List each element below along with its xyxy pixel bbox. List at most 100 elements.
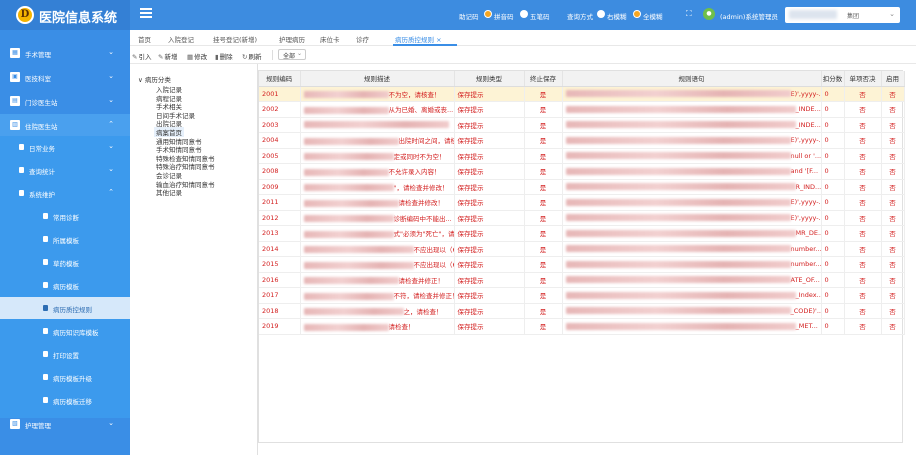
delete-button[interactable]: ▮删除	[215, 51, 233, 61]
tab-registration[interactable]: 挂号登记(新增)	[213, 34, 257, 44]
radio-full-fuzzy[interactable]	[633, 10, 641, 18]
menu-toggle-icon[interactable]	[140, 8, 152, 20]
cell-stop-save: 是	[524, 148, 563, 164]
radio-right-fuzzy-label[interactable]: 右模糊	[607, 11, 627, 21]
table-row[interactable]: 2015不应出现以（60-64）...保存提示是number...0否否	[259, 256, 905, 273]
doc-icon	[43, 282, 48, 288]
redacted-text	[303, 199, 399, 207]
cell-sql: E)',yyyy-...	[562, 194, 822, 211]
table-row[interactable]: 2004出院时间之间，请核...保存提示是E)',yyyy-...0否否	[259, 132, 905, 149]
table-row[interactable]: 2005 定或同时不为空！ 保存提示是 null or '... 0 否否	[259, 148, 905, 164]
current-user[interactable]: (admin)系统管理员	[720, 11, 778, 21]
sidebar-item-clinic[interactable]: ▤ 门诊医生站 ⌄	[0, 90, 130, 112]
sidebar-item-record-template[interactable]: 病历模板	[0, 274, 130, 296]
column-header[interactable]: 扣分数	[821, 71, 845, 87]
sidebar-item-template-migrate[interactable]: 病历模板迁移	[0, 389, 130, 411]
import-button[interactable]: ✎引入	[132, 51, 151, 61]
cell-sql: E)',yyyy-...	[562, 86, 822, 102]
description-text: 请检查！	[388, 323, 415, 332]
fullscreen-icon[interactable]: ⛶	[686, 9, 692, 19]
tab-qc-rules[interactable]: 病历质控规则 ×	[395, 34, 442, 44]
cell-description: 不应出现以（60-64）...	[300, 256, 455, 273]
description-text: 不应出现以（65-75）...	[413, 245, 454, 254]
tab-admission[interactable]: 入院登记	[168, 34, 194, 44]
table-row[interactable]: 2019 请检查！ 保存提示是 _MET... 0 否否	[259, 318, 905, 335]
radio-full-fuzzy-label[interactable]: 全模糊	[643, 11, 663, 21]
sql-text: and '[F...	[790, 167, 819, 176]
table-row[interactable]: 2011请检查并修改！保存提示是E)',yyyy-...0否否	[259, 194, 905, 211]
avatar[interactable]: ●	[703, 8, 715, 20]
filter-select[interactable]: 全部 ⌄	[278, 49, 306, 60]
cell-sql: ATE_OF...	[562, 272, 822, 288]
tab-home[interactable]: 首页	[138, 34, 151, 44]
sidebar-item-owned-template[interactable]: 所属模板	[0, 228, 130, 250]
add-button[interactable]: ✎新增	[158, 51, 177, 61]
tab-bed-card[interactable]: 床位卡	[320, 34, 340, 44]
column-header[interactable]: 终止保存	[524, 71, 563, 87]
app-title: 医院信息系统	[39, 11, 118, 26]
cell-description: 请检查并修正！	[300, 272, 455, 288]
column-header[interactable]: 规则描述	[300, 71, 455, 87]
sidebar-item-herb-template[interactable]: 草药模板	[0, 251, 130, 273]
cell-stop-save: 是	[524, 117, 563, 133]
cell-veto: 否	[844, 256, 882, 273]
sidebar-item-maintenance[interactable]: 系统维护 ⌃	[0, 182, 130, 204]
tab-treatment[interactable]: 诊疗	[356, 34, 369, 44]
cell-score: 0	[821, 148, 845, 164]
table-row[interactable]: 2012诊断编码中不能出...保存提示是E)',yyyy-...0否否	[259, 210, 905, 226]
table-row[interactable]: 2008 不允许录入内容！ 保存提示是 and '[F... 0 否否	[259, 163, 905, 180]
chevron-up-icon: ⌃	[108, 188, 114, 196]
radio-right-fuzzy[interactable]	[597, 10, 605, 18]
table-row[interactable]: 2016 请检查并修正！ 保存提示是 ATE_OF... 0 否否	[259, 272, 905, 288]
sidebar-item-lab[interactable]: ▣ 医技科室 ⌄	[0, 66, 130, 88]
tab-nursing-record[interactable]: 护理病历	[279, 34, 305, 44]
sidebar-item-template-upgrade[interactable]: 病历模板升级	[0, 366, 130, 388]
edit-button[interactable]: ▦修改	[187, 51, 207, 61]
cell-description: 出院时间之间，请核...	[300, 132, 455, 149]
sidebar-item-print-settings[interactable]: 打印设置	[0, 343, 130, 365]
column-header[interactable]: 规则语句	[562, 71, 822, 87]
cell-score: 0	[821, 101, 845, 118]
doc-icon	[43, 374, 48, 380]
sidebar-item-ward[interactable]: ▥ 住院医生站 ⌃	[0, 114, 130, 136]
table-row[interactable]: 2014不应出现以（65-75）...保存提示是number...0否否	[259, 241, 905, 257]
sidebar-item-qc-rules[interactable]: 病历质控规则	[0, 297, 130, 319]
radio-pinyin-label[interactable]: 拼音码	[494, 11, 514, 21]
description-text: 诊断编码中不能出...	[393, 214, 452, 223]
sidebar-item-knowledge-template[interactable]: 病历知识库模板	[0, 320, 130, 342]
sidebar-item-common-diagnosis[interactable]: 常用诊断	[0, 205, 130, 227]
add-icon: ✎	[158, 53, 164, 61]
department-select[interactable]: 集团 ⌄	[785, 7, 900, 23]
table-row[interactable]: 2013式"必须为"死亡"，请...保存提示是MR_DE...0否否	[259, 225, 905, 242]
column-header[interactable]: 规则编码	[259, 71, 301, 87]
table-row[interactable]: 2017 不符，请检查并修正！ 保存提示是 _Index... 0 否否	[259, 287, 905, 304]
cell-veto: 否	[844, 210, 882, 226]
refresh-button[interactable]: ↻刷新	[242, 51, 261, 61]
redacted-text	[303, 106, 389, 114]
tree-node[interactable]: 其他记录	[156, 187, 182, 197]
column-header[interactable]: 启用	[881, 71, 905, 87]
table-row[interactable]: 2018 之，请检查！ 保存提示是 _CODE)'... 0 否否	[259, 303, 905, 319]
sidebar-item-daily[interactable]: 日常业务 ⌄	[0, 136, 130, 158]
column-header[interactable]: 规则类型	[454, 71, 525, 87]
cell-code: 2009	[259, 179, 301, 195]
sidebar-item-nursing[interactable]: ▧ 护理管理 ⌄	[0, 413, 130, 435]
table-row[interactable]: 2009 "，请检查并修改！ 保存提示是 R_IND... 0 否否	[259, 179, 905, 195]
dept-redacted	[789, 10, 837, 19]
sidebar-item-stats[interactable]: 查询统计 ⌄	[0, 159, 130, 181]
cell-stop-save: 是	[524, 179, 563, 195]
sidebar-item-surgery[interactable]: ▦ 手术管理 ⌄	[0, 42, 130, 64]
table-row[interactable]: 2002 从为已婚、离婚或丧... 保存提示是 _INDE... 0 否否	[259, 101, 905, 118]
radio-wubi-label[interactable]: 五笔码	[530, 11, 550, 21]
radio-wubi[interactable]	[520, 10, 528, 18]
radio-pinyin[interactable]	[484, 10, 492, 18]
column-header[interactable]: 单项否决	[844, 71, 882, 87]
chevron-down-icon: ⌄	[889, 10, 895, 18]
cell-stop-save: 是	[524, 318, 563, 335]
cell-veto: 否	[844, 117, 882, 133]
table-row[interactable]: 2001不为空，请核查！保存提示是E)',yyyy-...0否否	[259, 86, 905, 102]
table-row[interactable]: 2003 保存提示是 _INDE... 0 否否	[259, 117, 905, 133]
cell-sql: MR_DE...	[562, 225, 822, 242]
tree-root[interactable]: ∨ 病历分类	[138, 74, 171, 84]
description-text: 请检查并修改！	[398, 199, 445, 208]
